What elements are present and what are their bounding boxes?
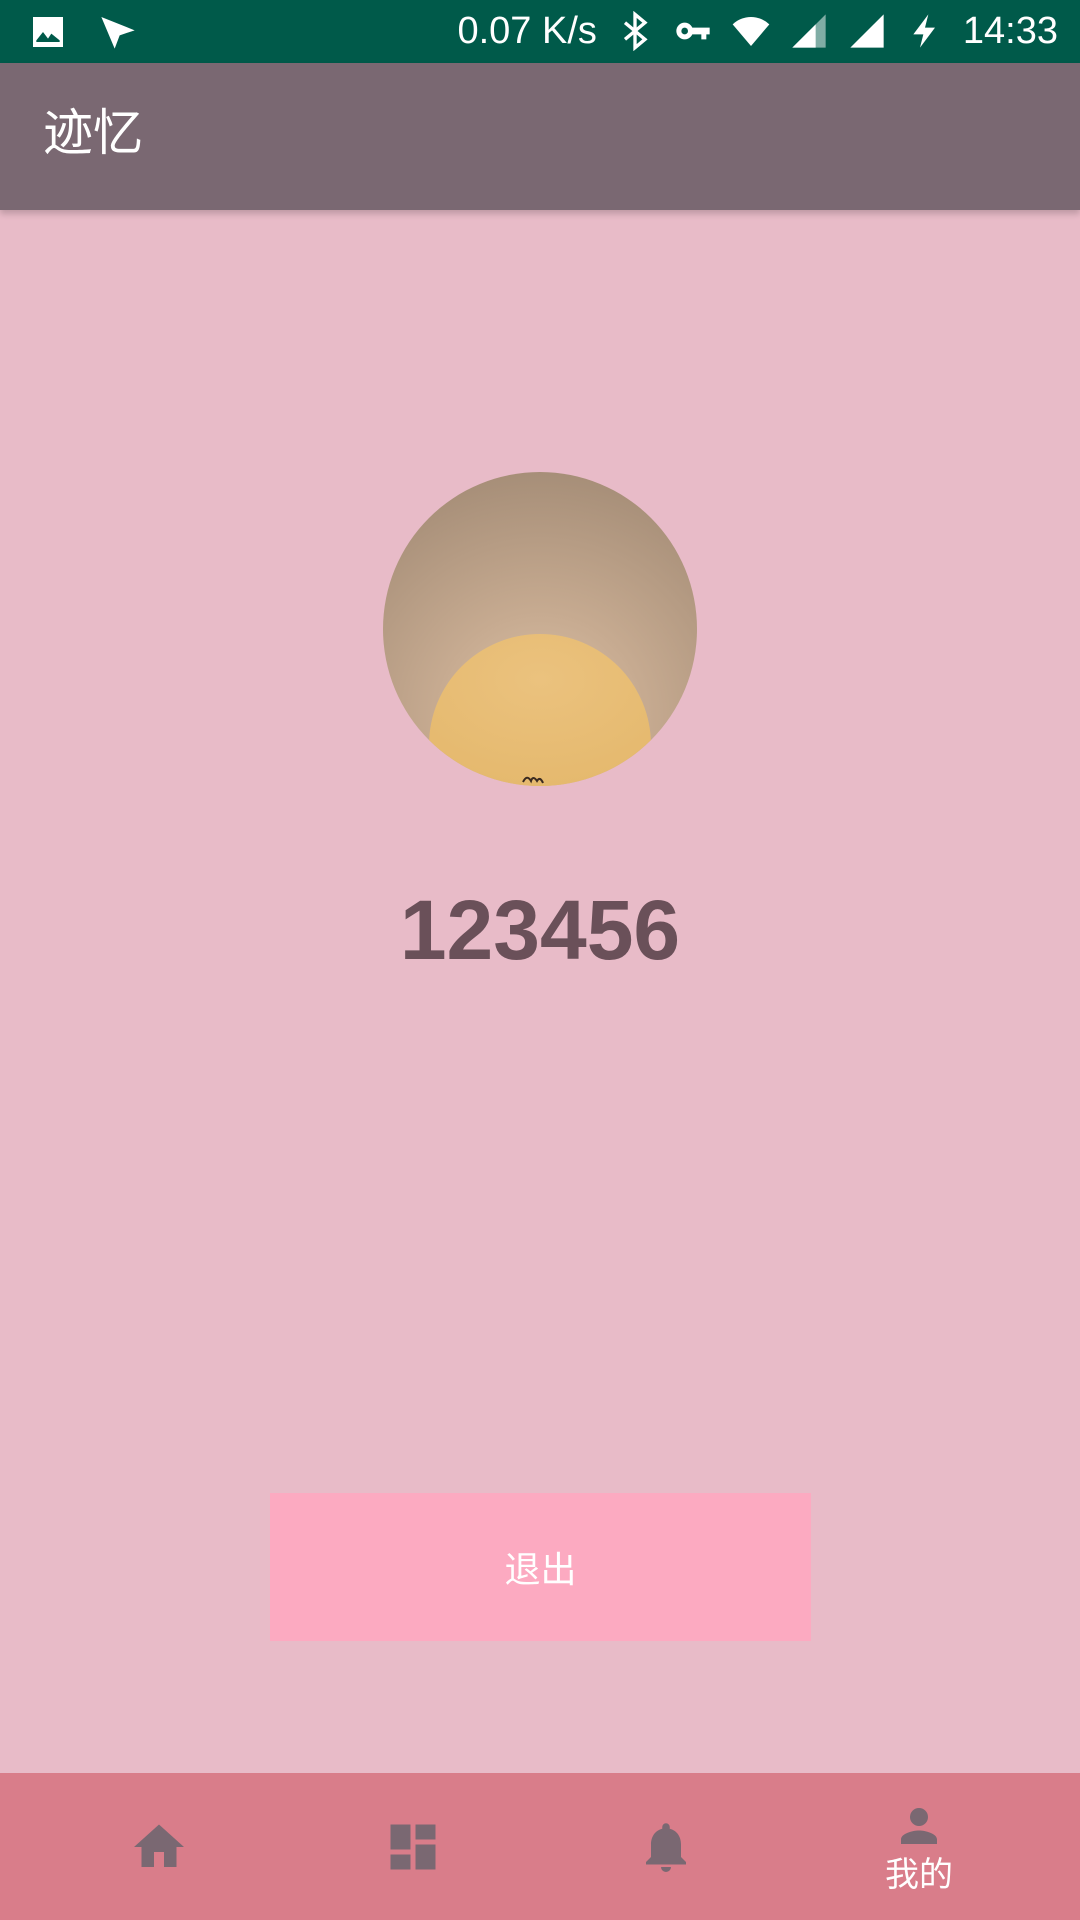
network-speed: 0.07 K/s [457,10,597,52]
avatar[interactable] [383,472,697,786]
nav-item-profile-label: 我的 [885,1854,953,1895]
vpn-key-icon [673,11,713,51]
person-icon [892,1799,946,1853]
logout-button-label: 退出 [504,1550,577,1591]
wifi-icon [731,11,771,51]
avatar-image [429,634,651,786]
send-icon [98,12,138,52]
app-title: 迹忆 [43,104,143,162]
bluetooth-icon [615,10,655,52]
username: 123456 [399,883,681,977]
status-bar: 0.07 K/s 14:33 [0,0,1080,63]
logout-button[interactable]: 退出 [270,1493,811,1641]
app-bar: 迹忆 [0,63,1080,210]
image-icon [28,12,68,52]
signal-icon [789,11,829,51]
status-bar-right: 0.07 K/s 14:33 [457,8,1058,54]
bell-icon [636,1817,696,1877]
nav-item-dashboard[interactable] [278,1773,548,1920]
nav-item-notifications[interactable] [531,1773,801,1920]
bottom-nav: 我的 [0,1773,1080,1920]
nav-item-home[interactable] [24,1773,294,1920]
home-icon [129,1817,189,1877]
status-bar-left [28,12,138,52]
nav-item-profile[interactable]: 我的 [784,1773,1054,1920]
signal-icon [847,11,887,51]
charging-icon [905,11,945,51]
dashboard-icon [383,1817,443,1877]
status-time: 14:33 [962,10,1058,52]
